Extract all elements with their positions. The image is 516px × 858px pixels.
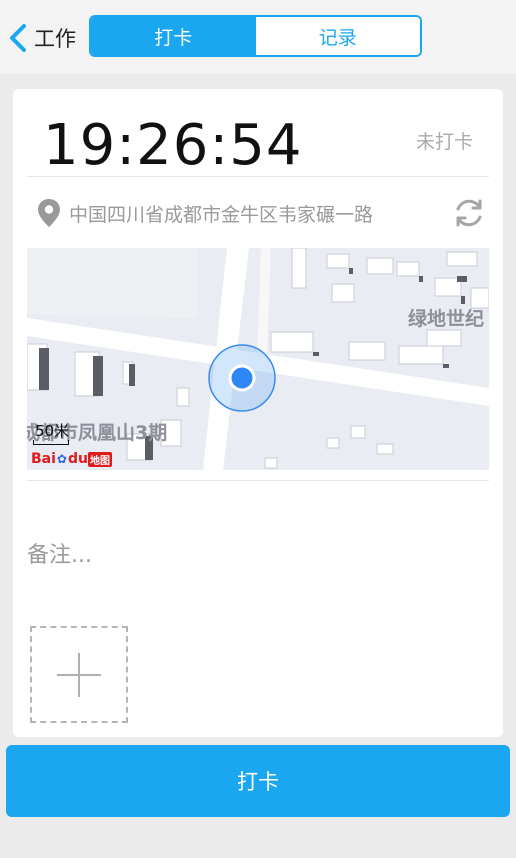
map-scale-label: 50米: [35, 422, 70, 440]
divider: [27, 176, 489, 177]
punch-status: 未打卡: [415, 131, 473, 153]
chevron-left-icon: [10, 24, 26, 52]
logo-text: du: [67, 451, 88, 467]
map-scale-bar: [33, 440, 69, 445]
back-label: 工作: [34, 27, 76, 51]
tab-records[interactable]: 记录: [255, 17, 420, 55]
address-text: 中国四川省成都市金牛区韦家碾一路: [69, 203, 374, 226]
location-map[interactable]: 绿地世纪 成都市凤凰山3期 50米 Bai ✿ du 地图: [27, 248, 489, 470]
punch-card: 19:26:54 未打卡 中国四川省成都市金牛区韦家碾一路 绿地世纪 成都市凤凰…: [13, 89, 503, 737]
add-photo-button[interactable]: [30, 626, 128, 723]
location-pin-icon: [38, 199, 60, 227]
remark-input[interactable]: 备注...: [27, 537, 92, 569]
segmented-control: 打卡 记录: [89, 15, 422, 57]
divider: [27, 480, 489, 481]
logo-text: 地图: [87, 451, 112, 467]
tab-punch[interactable]: 打卡: [91, 17, 256, 55]
paw-icon: ✿: [56, 452, 67, 466]
baidu-map-logo: Bai ✿ du 地图: [31, 450, 112, 468]
plus-icon: [57, 653, 101, 697]
refresh-icon[interactable]: [451, 195, 487, 231]
location-row: 中国四川省成都市金牛区韦家碾一路: [27, 189, 489, 237]
back-button[interactable]: 工作: [8, 20, 76, 56]
map-label: 绿地世纪: [408, 308, 485, 330]
top-bar: 工作 打卡 记录: [0, 0, 516, 74]
punch-button[interactable]: 打卡: [6, 745, 510, 817]
current-time: 19:26:54: [43, 113, 303, 178]
logo-text: Bai: [31, 451, 56, 467]
